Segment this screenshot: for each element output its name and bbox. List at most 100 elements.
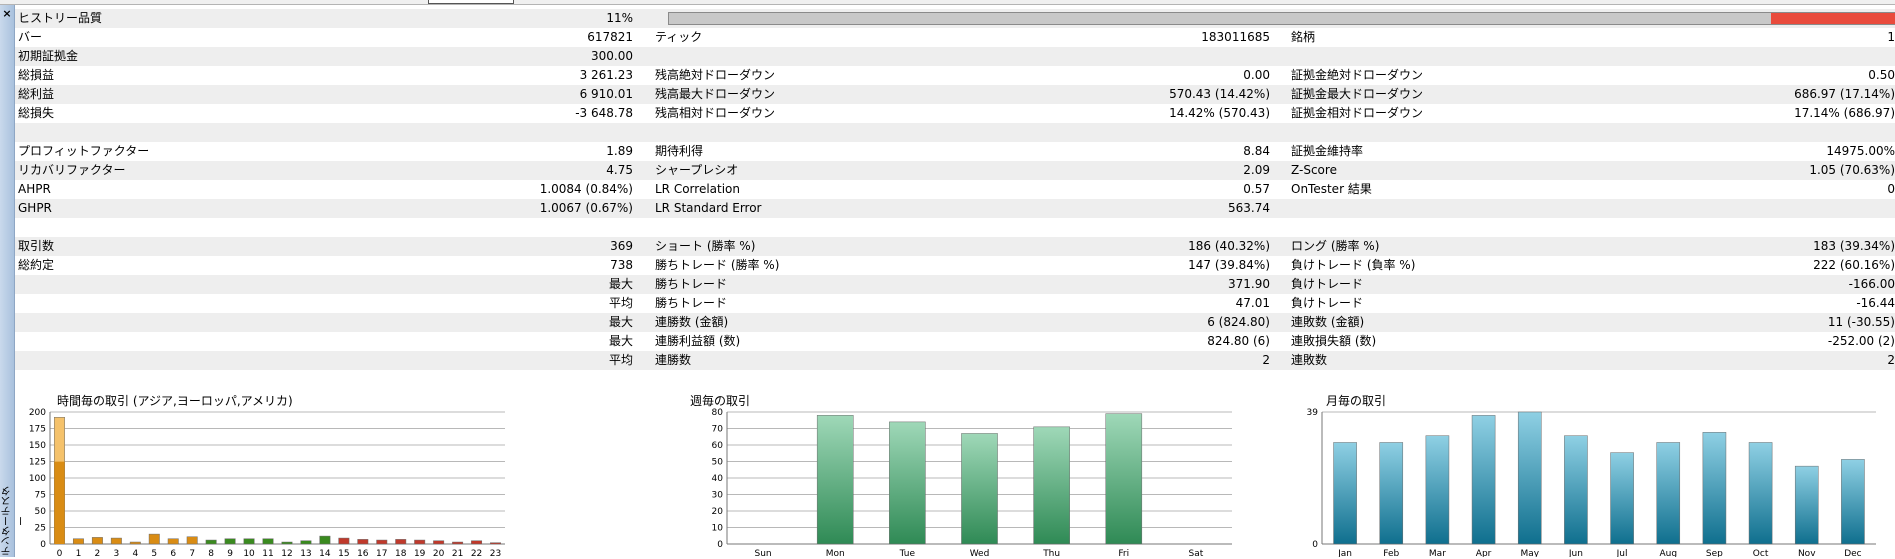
stat-label: 連勝利益額 (数) <box>655 334 741 348</box>
x-tick-label: 6 <box>170 549 176 557</box>
stat-label: LR Standard Error <box>655 201 762 215</box>
stat-label: 証拠金最大ドローダウン <box>1291 87 1424 101</box>
active-tab-outline[interactable] <box>428 0 514 4</box>
y-tick-label: 80 <box>712 408 724 418</box>
stat-label: 総損益 <box>18 68 55 82</box>
stat-row: 総利益 6 910.01 残高最大ドローダウン 570.43 (14.42%) 証拠金最… <box>15 85 1895 104</box>
stat-label: 勝ちトレード <box>655 296 728 310</box>
stat-label: 証拠金維持率 <box>1291 144 1364 158</box>
x-tick-label: Oct <box>1753 549 1769 557</box>
stat-value: 371.90 <box>1228 277 1270 291</box>
stat-value: 0.57 <box>1243 182 1270 196</box>
stat-row: ヒストリー品質 11% <box>15 9 1895 28</box>
x-tick-label: 13 <box>300 549 311 557</box>
stat-label: Z-Score <box>1291 163 1337 177</box>
stat-label: 勝ちトレード <box>655 277 728 291</box>
stat-label: 残高絶対ドローダウン <box>655 68 776 82</box>
stat-row: 取引数 369 ショート (勝率 %) 186 (40.32%) ロング (勝率 %) 1… <box>15 237 1895 256</box>
stat-value: 1 <box>1887 30 1895 44</box>
chart-bar <box>281 541 293 545</box>
chart-bar <box>1379 442 1404 545</box>
chart-bar <box>1656 442 1681 545</box>
chart-bar <box>376 539 388 545</box>
stat-label: 総損失 <box>18 106 55 120</box>
x-tick-label: Sun <box>755 549 772 557</box>
stat-row: 総損益 3 261.23 残高絶対ドローダウン 0.00 証拠金絶対ドローダウン 0.50 <box>15 66 1895 85</box>
stat-row <box>15 218 1895 237</box>
x-tick-label: 15 <box>338 549 349 557</box>
chart-bar <box>224 538 236 545</box>
stat-value: 47.01 <box>1235 296 1270 310</box>
x-tick-label: 1 <box>76 549 82 557</box>
y-tick-label: 0 <box>717 540 723 550</box>
stat-value: 最大 <box>608 277 633 291</box>
hourly-trades-chart: 02550751001251501752000 1 2 3 4 5 6 7 8 9 10 11 12 13… <box>29 408 505 557</box>
stat-value: 300.00 <box>591 49 633 63</box>
top-tab-strip <box>0 0 1895 5</box>
y-tick-label: 25 <box>35 524 46 534</box>
stat-value: 2 <box>1887 353 1895 367</box>
y-tick-label: 100 <box>29 474 46 484</box>
stat-label: 勝ちトレード (勝率 %) <box>655 258 780 272</box>
x-tick-label: 4 <box>132 549 138 557</box>
x-tick-label: 0 <box>57 549 63 557</box>
stat-label: GHPR <box>18 201 52 215</box>
x-tick-label: Jun <box>1568 549 1583 557</box>
x-tick-label: 2 <box>95 549 101 557</box>
stat-label: ティック <box>655 30 703 44</box>
stat-value: 222 (60.16%) <box>1813 258 1895 272</box>
chart-bar <box>1841 459 1865 545</box>
stat-label: 連勝数 <box>655 353 692 367</box>
chart-bar <box>1425 435 1450 545</box>
stat-value: 14975.00% <box>1826 144 1895 158</box>
stat-value: 617821 <box>587 30 633 44</box>
chart-bar-shade <box>54 461 65 544</box>
chart-bar <box>1610 452 1634 545</box>
stat-label: ヒストリー品質 <box>18 11 103 25</box>
stat-value: 570.43 (14.42%) <box>1169 87 1270 101</box>
stat-row: バー 617821 ティック 183011685 銘柄 1 <box>15 28 1895 47</box>
stat-row: プロフィットファクター 1.89 期待利得 8.84 証拠金維持率 14975.00% <box>15 142 1895 161</box>
history-quality-fill <box>1770 13 1895 24</box>
stat-label: シャープレシオ <box>655 163 739 177</box>
stat-value: 0.50 <box>1868 68 1895 82</box>
stat-value: 17.14% (686.97) <box>1794 106 1895 120</box>
stat-label: プロフィットファクター <box>18 144 150 158</box>
y-tick-label: 50 <box>712 458 724 468</box>
stat-label: 負けトレード <box>1291 277 1364 291</box>
y-tick-label: 0 <box>40 540 46 550</box>
stat-label: バー <box>18 30 43 44</box>
stat-value: 3 261.23 <box>579 68 633 82</box>
x-tick-label: Apr <box>1476 549 1492 557</box>
chart-bar <box>395 539 407 545</box>
history-quality-bar <box>668 12 1895 25</box>
stat-value: 738 <box>610 258 633 272</box>
close-icon[interactable]: × <box>1 8 13 20</box>
x-tick-label: 18 <box>395 549 407 557</box>
stat-row: 平均 勝ちトレード 47.01 負けトレード -16.44 <box>15 294 1895 313</box>
stat-label: 証拠金相対ドローダウン <box>1291 106 1424 120</box>
chart-bar <box>471 540 483 545</box>
stat-value: 平均 <box>608 296 633 310</box>
stat-value: -16.44 <box>1856 296 1895 310</box>
x-tick-label: Feb <box>1383 549 1399 557</box>
chart-bar <box>72 538 84 545</box>
x-tick-label: 22 <box>471 549 482 557</box>
y-tick-label: 20 <box>712 507 724 517</box>
stat-row <box>15 123 1895 142</box>
stat-label: 総利益 <box>18 87 55 101</box>
stat-value: 4.75 <box>606 163 633 177</box>
x-tick-label: Thu <box>1042 549 1060 557</box>
y-tick-label: 175 <box>29 425 46 435</box>
stat-value: 最大 <box>608 334 633 348</box>
stat-value: 563.74 <box>1228 201 1270 215</box>
chart-bar <box>1794 465 1819 545</box>
x-tick-label: Dec <box>1844 549 1861 557</box>
stat-value: -3 648.78 <box>575 106 633 120</box>
backtest-report-table: ヒストリー品質 11% バー 617821 ティック 183011685 銘柄 1 初期証拠金 3… <box>15 9 1895 370</box>
stat-label: 証拠金絶対ドローダウン <box>1291 68 1424 82</box>
x-tick-label: Jan <box>1337 549 1352 557</box>
stat-value: 183 (39.34%) <box>1813 239 1895 253</box>
chart-bar <box>414 539 426 545</box>
chart-bar <box>433 540 445 545</box>
